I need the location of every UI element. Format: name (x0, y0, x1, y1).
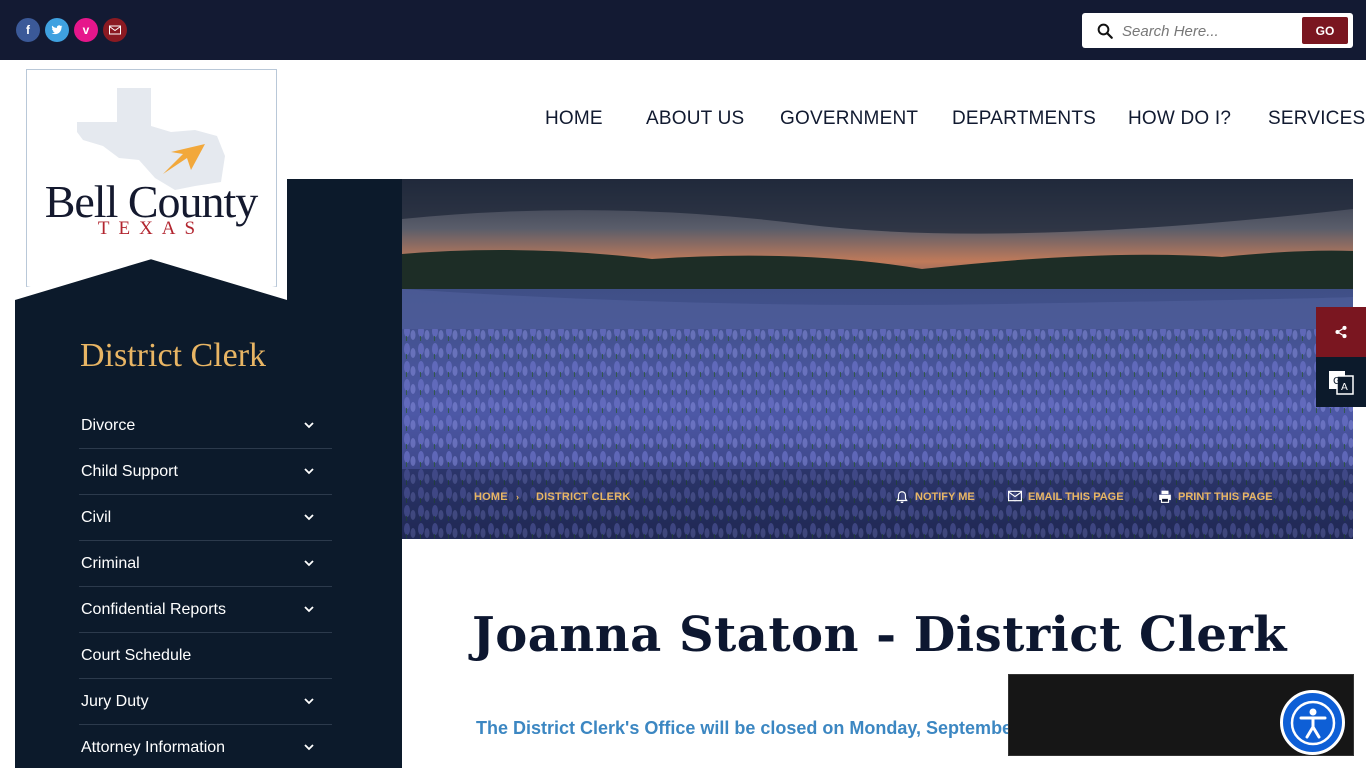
svg-text:A: A (1341, 382, 1348, 393)
printer-icon (1159, 490, 1171, 503)
sidebar-item-civil[interactable]: Civil (79, 495, 332, 541)
nav-how-do-i[interactable]: HOW DO I? (1128, 108, 1231, 130)
twitter-icon[interactable] (45, 18, 69, 42)
nav-departments[interactable]: DEPARTMENTS (952, 108, 1096, 130)
breadcrumb-current: DISTRICT CLERK (536, 491, 631, 503)
notify-me-label: NOTIFY ME (915, 491, 975, 503)
chevron-down-icon[interactable] (304, 466, 314, 476)
sidebar-item-label: Criminal (81, 554, 140, 572)
sidebar-item-court-schedule[interactable]: Court Schedule (79, 633, 332, 679)
top-bar: f v GO (0, 0, 1366, 60)
search-icon (1097, 23, 1113, 39)
print-page-label: PRINT THIS PAGE (1178, 491, 1273, 503)
page-title: Joanna Staton - District Clerk (472, 607, 1288, 663)
section-title: District Clerk (80, 337, 267, 374)
nav-government[interactable]: GOVERNMENT (780, 108, 918, 130)
svg-text:G: G (1333, 376, 1341, 387)
search-go-button[interactable]: GO (1302, 17, 1348, 44)
sidebar-item-label: Attorney Information (81, 738, 226, 756)
sidebar-item-attorney-information[interactable]: Attorney Information (79, 725, 332, 768)
sidebar-item-label: Civil (81, 508, 112, 526)
search-box: GO (1082, 13, 1353, 48)
email-page-link[interactable]: EMAIL THIS PAGE (1008, 490, 1124, 503)
nav-about-us[interactable]: ABOUT US (646, 108, 744, 130)
logo-subtitle: TEXAS (97, 218, 205, 239)
sidebar-item-confidential-reports[interactable]: Confidential Reports (79, 587, 332, 633)
sidebar-item-label: Divorce (81, 416, 136, 434)
print-page-link[interactable]: PRINT THIS PAGE (1159, 490, 1273, 503)
sidebar-item-label: Confidential Reports (81, 600, 226, 618)
chevron-down-icon[interactable] (304, 512, 314, 522)
translate-icon: GA (1329, 371, 1354, 395)
sidebar-item-label: Jury Duty (81, 692, 149, 710)
search-input[interactable] (1122, 21, 1297, 41)
chevron-down-icon[interactable] (304, 696, 314, 706)
sidebar-item-divorce[interactable]: Divorce (79, 403, 332, 449)
email-page-label: EMAIL THIS PAGE (1028, 491, 1124, 503)
sidebar-item-label: Child Support (81, 462, 178, 480)
sidebar-item-label: Court Schedule (81, 646, 192, 664)
sidebar-menu: Divorce Child Support Civil Criminal Con… (79, 403, 332, 768)
share-icon (1335, 325, 1347, 339)
nav-services[interactable]: SERVICES (1268, 108, 1365, 130)
accessibility-icon (1290, 700, 1335, 745)
accessibility-button[interactable] (1280, 690, 1345, 755)
bluebonnet-field-image (402, 179, 1353, 539)
breadcrumb-home[interactable]: HOME (474, 491, 508, 503)
sidebar-item-child-support[interactable]: Child Support (79, 449, 332, 495)
facebook-icon[interactable]: f (16, 18, 40, 42)
nav-home[interactable]: HOME (545, 108, 603, 130)
translate-button[interactable]: GA (1316, 357, 1366, 407)
notify-me-link[interactable]: NOTIFY ME (896, 491, 975, 504)
chevron-down-icon[interactable] (304, 742, 314, 752)
email-icon[interactable] (103, 18, 127, 42)
bell-icon (896, 491, 908, 504)
envelope-icon (1008, 490, 1022, 502)
sidebar-item-criminal[interactable]: Criminal (79, 541, 332, 587)
sidebar-item-jury-duty[interactable]: Jury Duty (79, 679, 332, 725)
vimeo-icon[interactable]: v (74, 18, 98, 42)
breadcrumb-separator-icon: › (516, 492, 520, 502)
share-button[interactable] (1316, 307, 1366, 357)
chevron-down-icon[interactable] (304, 558, 314, 568)
chevron-down-icon[interactable] (304, 420, 314, 430)
chevron-down-icon[interactable] (304, 604, 314, 614)
hero-image (402, 179, 1353, 539)
